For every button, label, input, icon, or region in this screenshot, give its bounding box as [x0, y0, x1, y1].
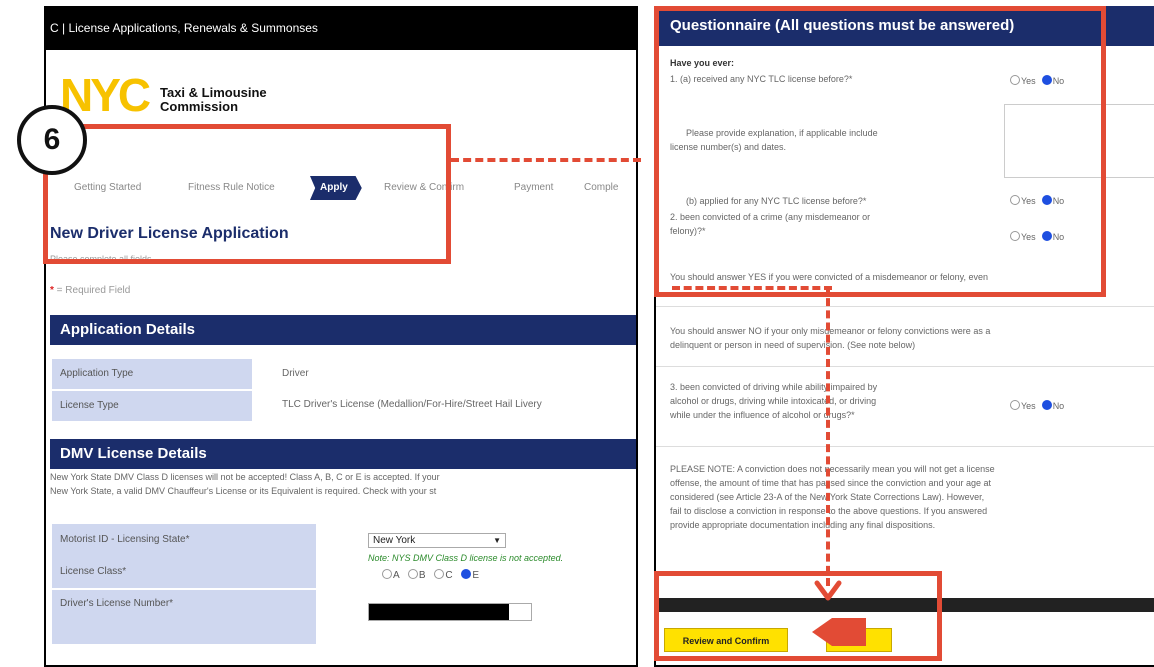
dl-number-input[interactable]: [368, 603, 532, 621]
dashed-connector: [672, 286, 832, 290]
license-type-label: License Type: [52, 391, 252, 421]
licensing-state-select[interactable]: New York ▼: [368, 533, 506, 548]
license-class-note: Note: NYS DMV Class D license is not acc…: [368, 553, 564, 563]
arrow-left-icon: [812, 618, 866, 646]
license-type-value: TLC Driver's License (Medallion/For-Hire…: [282, 399, 542, 410]
required-field-note: * = Required Field: [50, 285, 131, 296]
please-note-text: PLEASE NOTE: A conviction does not neces…: [670, 464, 995, 530]
application-type-label: Application Type: [52, 359, 252, 389]
highlight-submit-area: [654, 571, 942, 661]
chevron-down-icon: ▼: [493, 536, 501, 545]
radio-3-no[interactable]: [1041, 400, 1052, 410]
redaction-block: [369, 604, 509, 620]
dmv-license-details-heading: DMV License Details: [50, 439, 636, 469]
highlight-questionnaire: [654, 6, 1106, 297]
no-guidance: You should answer NO if your only misdem…: [670, 326, 991, 350]
license-class-radios: A B C E: [376, 569, 479, 581]
divider: [656, 366, 1154, 367]
arrow-down-icon: [814, 580, 842, 601]
radio-3-yes[interactable]: [1010, 400, 1020, 410]
divider: [656, 306, 1154, 307]
divider: [656, 446, 1154, 447]
left-screenshot-panel: C | License Applications, Renewals & Sum…: [44, 6, 638, 667]
dashed-connector: [451, 158, 641, 162]
step-number-badge: 6: [17, 105, 87, 175]
org-name: Taxi & Limousine Commission: [160, 85, 267, 114]
application-details-heading: Application Details: [50, 315, 636, 345]
radio-class-c[interactable]: [434, 569, 445, 579]
highlight-apply-step: [43, 124, 451, 264]
dl-number-label: Driver's License Number*: [52, 590, 316, 644]
dmv-note: New York State DMV Class D licenses will…: [50, 472, 440, 496]
step-payment[interactable]: Payment: [514, 176, 553, 200]
step-complete[interactable]: Comple: [584, 176, 618, 200]
dashed-connector: [826, 286, 830, 586]
radio-class-e[interactable]: [461, 569, 472, 579]
licensing-state-label: Motorist ID - Licensing State*: [52, 524, 316, 556]
application-type-value: Driver: [282, 368, 309, 379]
app-header: C | License Applications, Renewals & Sum…: [46, 6, 636, 50]
radio-class-a[interactable]: [382, 569, 392, 579]
license-class-label: License Class*: [52, 556, 316, 588]
question-3-answer: Yes No: [1004, 400, 1064, 411]
radio-class-b[interactable]: [407, 569, 418, 579]
question-3: 3. been convicted of driving while abili…: [670, 382, 878, 420]
